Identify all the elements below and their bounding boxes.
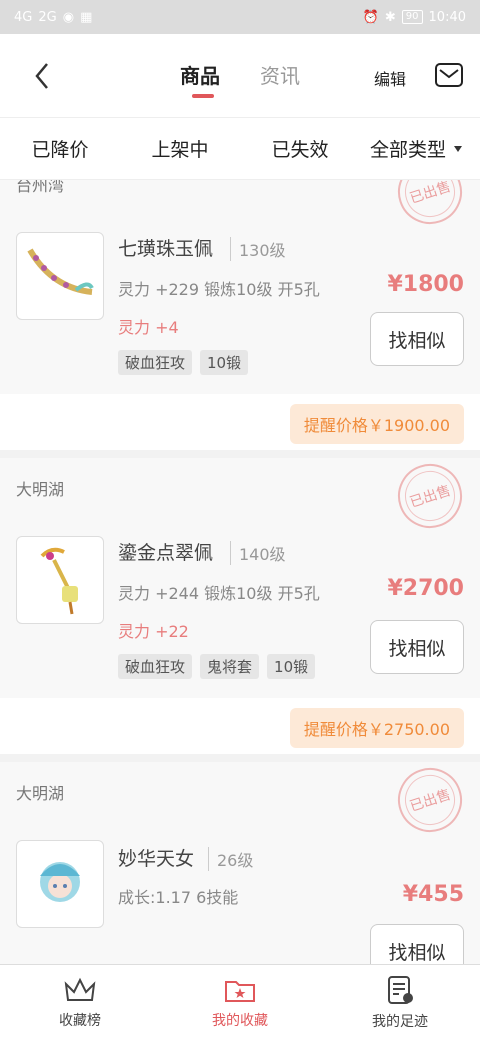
item-bonus: 灵力 +22 bbox=[118, 622, 189, 641]
reminder-row: 提醒价格￥1900.00 bbox=[0, 394, 480, 450]
folder-star-icon bbox=[225, 980, 255, 1002]
tab-news[interactable]: 资讯 bbox=[260, 60, 300, 100]
item-price: ¥1800 bbox=[387, 272, 464, 297]
item-price: ¥455 bbox=[402, 882, 464, 907]
nav-label: 我的足迹 bbox=[372, 1013, 428, 1030]
reminder-row: 提醒价格￥2750.00 bbox=[0, 698, 480, 754]
nav-label: 收藏榜 bbox=[59, 1012, 101, 1029]
bluetooth-icon: ✱ bbox=[384, 9, 396, 25]
app-icon: ▦ bbox=[80, 9, 93, 25]
item-attributes: 成长:1.17 6技能 bbox=[118, 888, 239, 907]
item-level: 26级 bbox=[208, 847, 253, 871]
tag: 破血狂攻 bbox=[118, 350, 193, 375]
caret-down-icon bbox=[454, 145, 463, 152]
item-attributes: 灵力 +244 锻炼10级 开5孔 bbox=[118, 584, 320, 603]
nav-my-favorites[interactable]: 我的收藏 bbox=[160, 965, 320, 1040]
stamp-label: 已出售 bbox=[407, 482, 453, 512]
tag: 鬼将套 bbox=[200, 654, 260, 679]
jade-pendant-icon bbox=[27, 248, 94, 295]
chevron-left-icon bbox=[35, 63, 48, 89]
signal-icon: 4G bbox=[14, 9, 33, 25]
filter-type-dropdown[interactable]: 全部类型 bbox=[370, 135, 463, 162]
find-similar-button[interactable]: 找相似 bbox=[370, 924, 464, 964]
nav-label: 我的收藏 bbox=[212, 1012, 268, 1029]
seller-server: 大明湖 bbox=[16, 784, 65, 803]
favorite-card[interactable]: 大明湖 已出售 鎏金点翠佩 140级 灵力 +244 锻炼10级 开5孔 灵力 … bbox=[0, 455, 480, 698]
clock: 10:40 bbox=[428, 9, 466, 25]
character-portrait-icon bbox=[40, 862, 80, 902]
mail-button[interactable] bbox=[434, 62, 464, 92]
crown-icon bbox=[64, 977, 96, 1001]
filter-price-drop[interactable]: 已降价 bbox=[0, 135, 120, 162]
item-bonus: 灵力 +4 bbox=[118, 318, 179, 337]
tag: 10锻 bbox=[200, 350, 249, 375]
reminder-price-badge[interactable]: 提醒价格￥1900.00 bbox=[289, 404, 464, 444]
sold-stamp: 已出售 bbox=[389, 455, 471, 537]
item-name: 鎏金点翠佩 bbox=[118, 542, 214, 564]
tag: 破血狂攻 bbox=[118, 654, 193, 679]
alarm-icon: ⏰ bbox=[362, 9, 379, 25]
tab-indicator bbox=[192, 94, 214, 98]
sold-stamp: 已出售 bbox=[389, 759, 471, 841]
item-thumbnail bbox=[16, 232, 104, 320]
sold-stamp: 已出售 bbox=[389, 180, 471, 233]
battery-indicator: 90 bbox=[401, 10, 423, 24]
item-name: 妙华天女 bbox=[118, 848, 195, 870]
nav-my-history[interactable]: 我的足迹 bbox=[320, 965, 480, 1040]
filter-expired[interactable]: 已失效 bbox=[240, 135, 360, 162]
item-thumbnail bbox=[16, 840, 104, 928]
nav-favorites-rank[interactable]: 收藏榜 bbox=[0, 965, 160, 1040]
back-button[interactable] bbox=[28, 58, 56, 94]
stamp-label: 已出售 bbox=[407, 786, 453, 816]
edit-button[interactable]: 编辑 bbox=[374, 66, 406, 90]
stamp-label: 已出售 bbox=[407, 180, 453, 208]
favorite-card[interactable]: 大明湖 已出售 妙华天女 26级 成长:1.17 6技能 ¥455 找相似 bbox=[0, 759, 480, 964]
item-level: 140级 bbox=[230, 541, 286, 565]
status-bar: 4G 2G ◉ ▦ ⏰ ✱ 90 10:40 bbox=[0, 0, 480, 34]
bottom-nav: 收藏榜 我的收藏 我的足迹 bbox=[0, 964, 480, 1040]
item-level: 130级 bbox=[230, 237, 286, 261]
top-header: 商品 资讯 编辑 bbox=[0, 34, 480, 118]
item-tags: 破血狂攻 鬼将套 10锻 bbox=[118, 654, 316, 679]
seller-server: 台州湾 bbox=[16, 180, 65, 195]
favorite-card[interactable]: 台州湾 已出售 七璜珠玉佩 130级 灵力 +229 锻炼10级 开5孔 灵力 … bbox=[0, 180, 480, 394]
gold-pendant-icon bbox=[40, 547, 78, 615]
history-icon bbox=[388, 975, 413, 1004]
seller-server: 大明湖 bbox=[16, 480, 65, 499]
reminder-price-badge[interactable]: 提醒价格￥2750.00 bbox=[289, 708, 464, 748]
filter-bar: 已降价 上架中 已失效 全部类型 bbox=[0, 118, 480, 180]
find-similar-button[interactable]: 找相似 bbox=[370, 620, 464, 674]
item-attributes: 灵力 +229 锻炼10级 开5孔 bbox=[118, 280, 320, 299]
eye-icon: ◉ bbox=[62, 9, 75, 25]
tab-goods[interactable]: 商品 bbox=[180, 60, 220, 100]
mail-icon bbox=[435, 63, 463, 87]
item-tags: 破血狂攻 10锻 bbox=[118, 350, 249, 375]
item-name: 七璜珠玉佩 bbox=[118, 238, 214, 260]
favorites-list: 台州湾 已出售 七璜珠玉佩 130级 灵力 +229 锻炼10级 开5孔 灵力 … bbox=[0, 180, 480, 964]
filter-type-label: 全部类型 bbox=[370, 139, 447, 161]
find-similar-button[interactable]: 找相似 bbox=[370, 312, 464, 366]
filter-on-sale[interactable]: 上架中 bbox=[120, 135, 240, 162]
signal-icon: 2G bbox=[38, 9, 57, 25]
tab-label: 资讯 bbox=[260, 64, 300, 88]
tab-label: 商品 bbox=[180, 64, 220, 88]
tag: 10锻 bbox=[267, 654, 316, 679]
item-price: ¥2700 bbox=[387, 576, 464, 601]
header-tabs: 商品 资讯 bbox=[180, 60, 300, 100]
item-thumbnail bbox=[16, 536, 104, 624]
